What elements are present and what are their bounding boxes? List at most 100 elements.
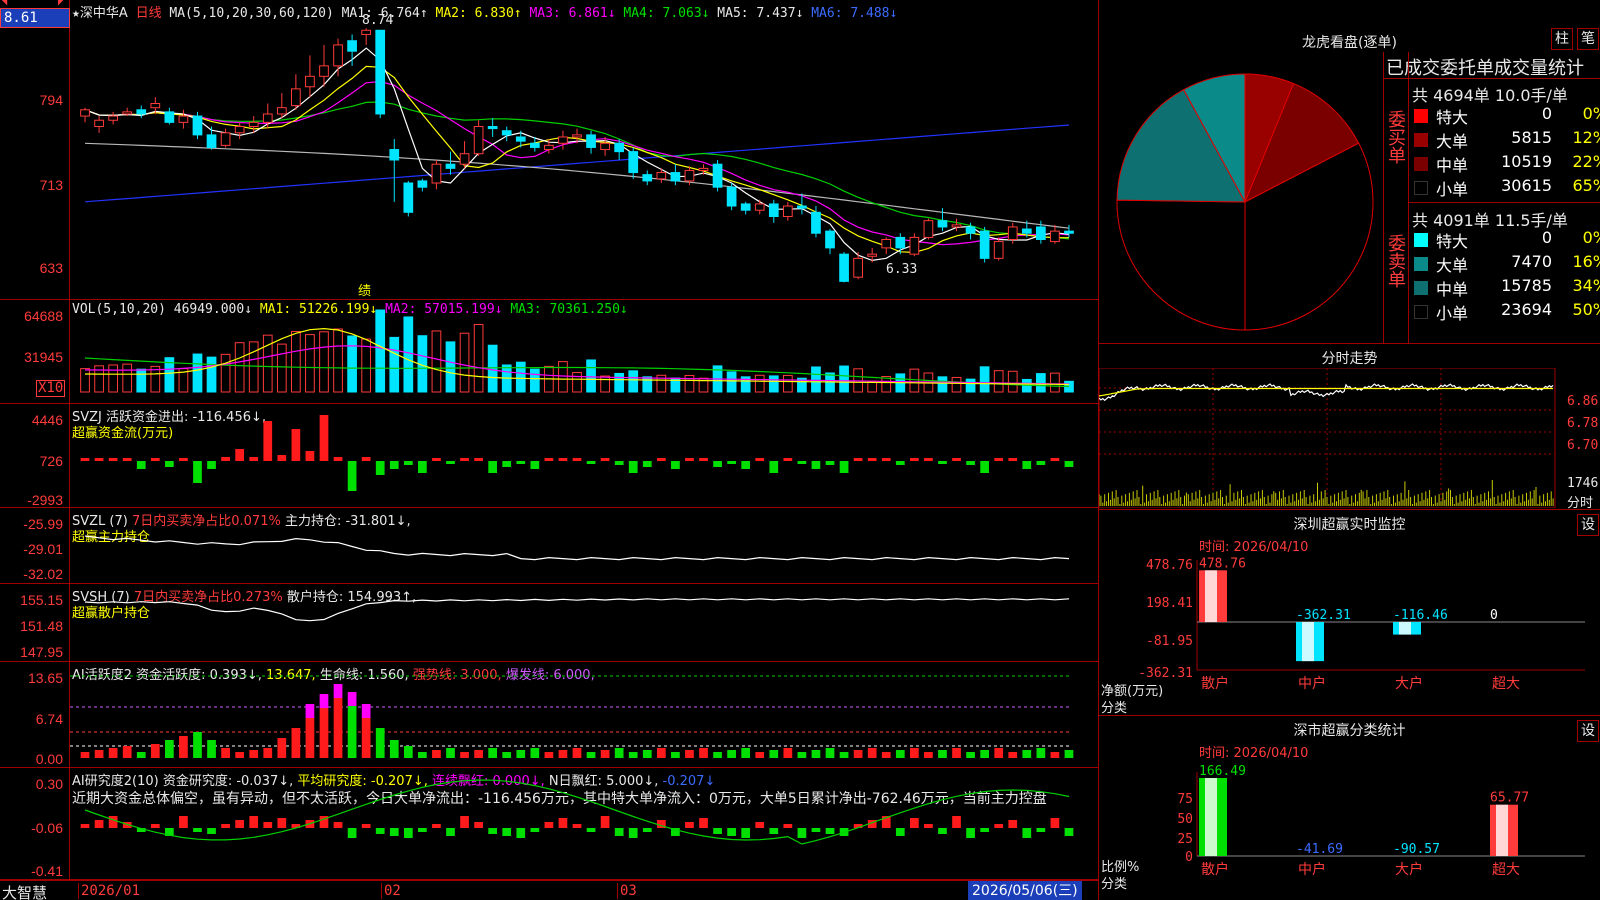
activity-bar xyxy=(811,750,821,758)
activity-bar xyxy=(277,738,287,758)
color-swatch xyxy=(1414,109,1428,123)
volume-bar xyxy=(909,368,920,393)
intraday-panel[interactable]: 分时走势 6.86 6.78 6.70 1746 分时 xyxy=(1098,344,1600,511)
order-type: 特大 xyxy=(1436,108,1469,127)
volume-bar xyxy=(220,353,231,393)
candle xyxy=(811,211,821,234)
tick-mode-button[interactable]: 笔 xyxy=(1577,28,1599,50)
flow-bar xyxy=(938,461,947,464)
category-label: 中户 xyxy=(1298,675,1326,692)
activity-bar xyxy=(207,740,216,758)
research-bar xyxy=(150,824,160,828)
activity-bar xyxy=(685,750,694,758)
order-volume: 5815 xyxy=(1511,128,1552,147)
research-bar xyxy=(755,822,765,828)
intraday-tick: 6.86 xyxy=(1567,394,1599,409)
lhb-panel[interactable]: 龙虎看盘(逐单) 柱 笔 已成交委托单成交量统计 委买单 共 4694单 10.… xyxy=(1098,0,1600,344)
volume-pane[interactable]: 64688 31945 X10 VOL(5,10,20) 46949.000↓ … xyxy=(0,300,1098,404)
volume-bar xyxy=(768,375,779,393)
svzl-tick: -32.02 xyxy=(23,566,63,582)
candle xyxy=(108,115,118,121)
research-bar xyxy=(446,828,455,836)
research-bar xyxy=(1050,818,1060,828)
svzj-pane[interactable]: 4446 726 -2993 SVZJ 活跃资金进出: -116.456↓, 超… xyxy=(0,404,1098,508)
activity-bar xyxy=(375,728,385,758)
candle xyxy=(558,136,568,144)
candle xyxy=(136,109,147,115)
ai-research-pane[interactable]: 0.30 -0.06 -0.41 AI研究度2(10) 资金研究度: -0.03… xyxy=(0,768,1098,880)
activity-bar xyxy=(122,746,132,758)
svzl-pane[interactable]: -25.99 -29.01 -32.02 SVZL (7) 7日内买卖净占比0.… xyxy=(0,508,1098,584)
flow-bar xyxy=(867,458,877,461)
research-bar xyxy=(80,824,90,828)
order-row: 中单 15785 34% xyxy=(1412,276,1600,300)
color-swatch xyxy=(1414,181,1428,195)
vol-tick: 31945 xyxy=(24,349,63,365)
research-chart[interactable] xyxy=(70,768,1098,880)
activity-bar xyxy=(938,750,947,758)
candle xyxy=(839,253,849,282)
research-bar xyxy=(544,822,554,828)
main-holding-chart[interactable] xyxy=(70,508,1098,584)
sz-stat-panel[interactable]: 深市超赢分类统计 设 时间: 2026/04/10 166.49 散户 -41.69… xyxy=(1098,716,1600,900)
ma2-line xyxy=(84,65,1069,254)
activity-bar xyxy=(825,748,835,758)
volume-bar xyxy=(586,359,596,393)
research-bar xyxy=(403,828,413,838)
candle xyxy=(628,151,639,174)
activity-bar xyxy=(1036,748,1046,758)
flow-bar xyxy=(375,461,385,475)
kline-pane[interactable]: 794 713 633 8.61 ◥ ◤ ★深中华A 日线 MA(5,10,20… xyxy=(0,0,1098,300)
activity-chart[interactable] xyxy=(70,662,1098,768)
volume-bar xyxy=(473,324,484,393)
volume-bar xyxy=(1036,373,1046,393)
fund-flow-chart[interactable] xyxy=(70,404,1098,508)
y-tick-label: 75 xyxy=(1177,792,1193,807)
activity-bar xyxy=(319,708,329,758)
order-type: 中单 xyxy=(1436,156,1469,175)
ai-activity-pane[interactable]: 13.65 6.74 0.00 AI活跃度2 资金活跃度: 0.393↓, 13… xyxy=(0,662,1098,768)
intraday-chart[interactable] xyxy=(1099,368,1569,508)
y-tick-label: 50 xyxy=(1177,812,1193,827)
activity-bar xyxy=(994,748,1004,758)
candle xyxy=(951,224,962,228)
flow-bar xyxy=(193,461,202,483)
category-label: 散户 xyxy=(1201,675,1229,692)
svsh-pane[interactable]: 155.15 151.48 147.95 SVSH (7) 7日内买卖净占比0.… xyxy=(0,584,1098,662)
vol-unit: X10 xyxy=(36,380,66,397)
lhb-title: 龙虎看盘(逐单) xyxy=(1302,35,1397,51)
order-type: 大单 xyxy=(1436,132,1469,151)
candlestick-chart[interactable] xyxy=(70,0,1098,300)
sz-monitor-panel[interactable]: 深圳超赢实时监控 设 时间: 2026/04/10 478.76 散户 -362.3… xyxy=(1098,510,1600,716)
activity-bar xyxy=(727,750,736,758)
volume-chart[interactable] xyxy=(70,300,1098,404)
price-line xyxy=(1099,383,1554,402)
volume-bar xyxy=(614,372,625,393)
y-tick-label: 0 xyxy=(1185,850,1193,865)
research-bar xyxy=(685,822,694,828)
flow-bar xyxy=(1022,461,1032,469)
candle xyxy=(600,142,610,151)
activity-bar xyxy=(1064,750,1074,758)
activity-bar xyxy=(544,752,554,758)
sz-stat-xlabel: 分类 xyxy=(1101,877,1128,892)
color-swatch xyxy=(1414,233,1428,247)
flow-bar xyxy=(136,461,146,469)
intraday-tick: 6.70 xyxy=(1567,438,1599,453)
order-volume: 23694 xyxy=(1501,300,1552,319)
flow-bar xyxy=(488,461,498,473)
research-bar xyxy=(1022,828,1032,838)
volume-bar xyxy=(319,331,329,393)
research-bar xyxy=(727,828,736,836)
activity-bar xyxy=(347,706,357,758)
bar-mode-button[interactable]: 柱 xyxy=(1551,28,1573,50)
volume-bar xyxy=(192,353,203,393)
volume-bar xyxy=(291,331,301,393)
research-bar xyxy=(502,828,512,836)
research-bar xyxy=(924,824,933,828)
candle xyxy=(670,172,681,182)
flow-bar xyxy=(769,461,779,473)
retail-holding-chart[interactable] xyxy=(70,584,1098,662)
flow-bar xyxy=(713,461,722,467)
flow-bar xyxy=(460,458,469,461)
